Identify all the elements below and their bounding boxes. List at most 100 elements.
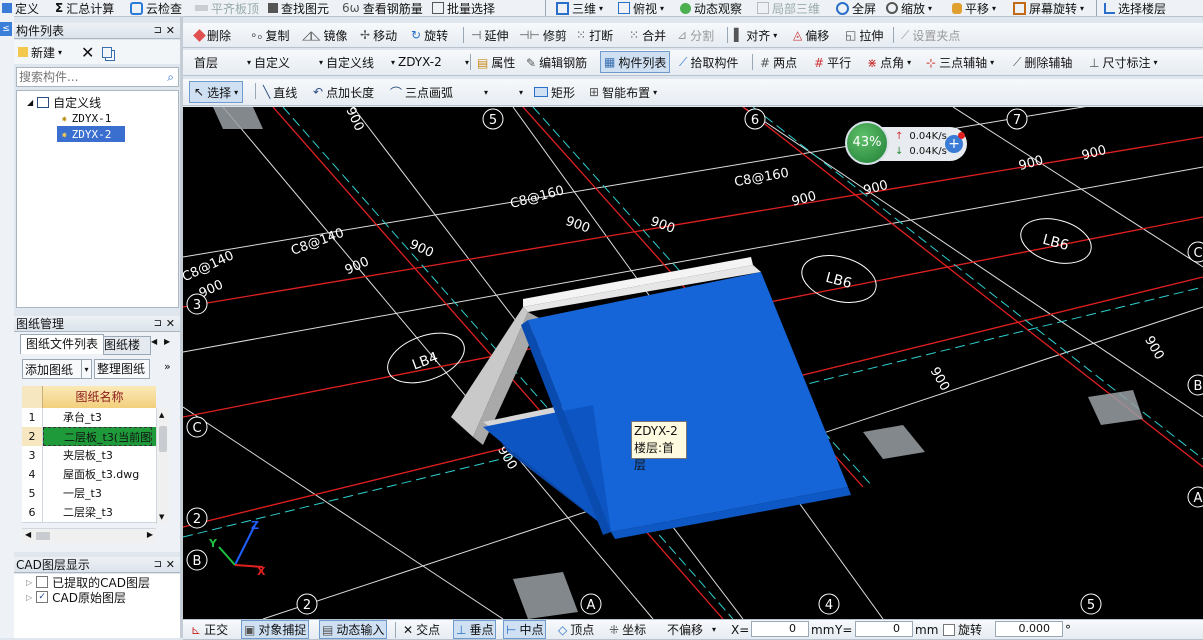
tab-drawing-floors[interactable]: 图纸楼 xyxy=(103,336,151,355)
new-component-button[interactable]: 新建 ▾ xyxy=(18,40,62,64)
tab-scroll-left[interactable]: ◀ xyxy=(151,337,157,346)
rotate-checkbox[interactable]: 旋转 xyxy=(943,620,982,639)
menu-zoom[interactable]: 缩放 ▾ xyxy=(886,0,932,16)
organize-drawing-button[interactable]: 整理图纸 xyxy=(94,359,150,379)
category-select[interactable]: 自定义 ▾ xyxy=(249,52,326,72)
add-drawing-button[interactable]: 添加图纸 xyxy=(22,359,82,379)
merge-button[interactable]: ⁙ 合并 xyxy=(629,23,666,47)
tab-scroll-right[interactable]: ▶ xyxy=(164,337,170,346)
left-dock-tab[interactable]: ≤ xyxy=(0,22,12,36)
pin-icon[interactable]: ⊐ xyxy=(154,23,162,39)
trim-button[interactable]: ⊣⊢ 修剪 xyxy=(519,23,567,47)
midpoint-snap[interactable]: ⊢ 中点 xyxy=(503,620,547,639)
point-angle-button[interactable]: ⋇ 点角 ▾ xyxy=(867,50,911,75)
coordinate-snap[interactable]: ⁜ 坐标 xyxy=(609,620,646,639)
search-input[interactable] xyxy=(17,68,153,86)
delete-button[interactable]: 删除 xyxy=(193,23,231,47)
dynamic-input-toggle[interactable]: ▤ 动态输入 xyxy=(319,620,388,639)
checkbox-checked[interactable]: ✓ xyxy=(36,591,49,603)
object-snap-toggle[interactable]: ▣ 对象捕捉 xyxy=(241,620,310,639)
type-select[interactable]: 自定义线 ▾ xyxy=(321,52,398,72)
add-drawing-dropdown[interactable]: ▾ xyxy=(82,359,92,379)
close-icon[interactable]: ✕ xyxy=(166,23,175,39)
split-button[interactable]: ⊿ 分割 xyxy=(677,23,714,47)
two-point-axis-button[interactable]: # 两点 xyxy=(760,50,797,75)
mirror-button[interactable]: ◿◺ 镜像 xyxy=(302,23,347,47)
collapse-arrow-icon[interactable]: ◢ xyxy=(27,98,33,107)
x-coord-input[interactable]: 0 xyxy=(751,621,809,637)
delete-axis-button[interactable]: ⟋ 删除辅轴 xyxy=(1013,50,1072,75)
checkbox[interactable] xyxy=(36,576,49,588)
table-row[interactable]: 3 夹层板_t3 xyxy=(22,446,156,466)
menu-fullscreen[interactable]: 全屏 xyxy=(836,0,876,16)
menu-top-view[interactable]: 俯视 ▾ xyxy=(618,0,664,16)
more-chevron-icon[interactable]: » xyxy=(164,360,171,373)
cad-viewport[interactable]: LB4 LB6 LB6 C8@140 C8@140 C8@160 C8@160 … xyxy=(183,107,1203,619)
perpendicular-snap[interactable]: ⊥ 垂点 xyxy=(453,620,497,639)
align-button[interactable]: ▌ 对齐 ▾ xyxy=(734,23,777,47)
component-select[interactable]: ZDYX-2 ▾ xyxy=(393,52,472,72)
parallel-axis-button[interactable]: # 平行 xyxy=(814,50,851,75)
properties-button[interactable]: ▤ 属性 xyxy=(477,50,515,75)
offset-button[interactable]: ◬ 偏移 xyxy=(793,23,829,47)
y-coord-input[interactable]: 0 xyxy=(855,621,913,637)
tree-item-zdyx-1[interactable]: ✷ ZDYX-1 xyxy=(61,110,111,126)
table-row[interactable]: 1 承台_t3 xyxy=(22,408,156,428)
edit-rebar-button[interactable]: ✎ 编辑钢筋 xyxy=(526,50,587,75)
delete-component-button[interactable]: ✕ xyxy=(81,40,94,64)
break-button[interactable]: ⁙ 打断 xyxy=(576,23,613,47)
three-point-axis-button[interactable]: ⊹ 三点辅轴 ▾ xyxy=(926,50,994,75)
offset-mode-select[interactable]: 不偏移 ▾ xyxy=(667,620,716,639)
arc-button[interactable]: ⌒ 三点画弧 ▾ xyxy=(390,79,488,105)
table-row[interactable]: 5 一层_t3 xyxy=(22,484,156,504)
menu-define[interactable]: 定义 xyxy=(2,0,39,16)
vertex-snap[interactable]: ◇ 顶点 xyxy=(558,620,594,639)
menu-rotate-screen[interactable]: 屏幕旋转 ▾ xyxy=(1013,0,1084,16)
dimension-button[interactable]: ⊥ 尺寸标注 ▾ xyxy=(1089,50,1157,75)
intersection-snap[interactable]: ✕ 交点 xyxy=(403,620,440,639)
table-row[interactable]: 2 二层板_t3(当前图 xyxy=(22,427,156,447)
smart-layout-button[interactable]: ⊞ 智能布置 ▾ xyxy=(589,79,657,105)
network-percent-badge[interactable]: 43% xyxy=(845,121,889,165)
arc-dropdown[interactable]: ▾ xyxy=(519,79,523,105)
menu-floor-select[interactable]: 选择楼层 xyxy=(1104,0,1166,16)
grid-vscroll[interactable]: ▲ ▼ xyxy=(156,408,169,524)
move-button[interactable]: ✢ 移动 xyxy=(360,23,397,47)
menu-batch-select[interactable]: 批量选择 xyxy=(432,0,495,16)
menu-find[interactable]: 查找图元 xyxy=(268,0,329,16)
expand-icon[interactable]: ▷ xyxy=(26,593,32,602)
stretch-button[interactable]: ◱ 拉伸 xyxy=(845,23,883,47)
close-icon[interactable]: ✕ xyxy=(166,316,175,332)
menu-local-3d[interactable]: 局部三维 xyxy=(757,0,820,16)
table-row[interactable]: 6 二层梁_t3 xyxy=(22,503,156,523)
tree-item-zdyx-2[interactable]: ✷ ZDYX-2 xyxy=(57,126,125,142)
set-grip-button[interactable]: ⟋ 设置夹点 xyxy=(901,23,960,47)
extend-button[interactable]: ⊣ 延伸 xyxy=(471,23,508,47)
checkbox[interactable] xyxy=(943,623,955,636)
menu-rebar-qty[interactable]: 6ω 查看钢筋量 xyxy=(342,0,423,16)
pin-icon[interactable]: ⊐ xyxy=(154,557,162,573)
floor-select[interactable]: 首层 ▾ xyxy=(189,52,254,72)
drawing-name-column-header[interactable]: 图纸名称 xyxy=(43,386,156,408)
copy-button[interactable]: ∘ₒ 复制 xyxy=(250,23,290,47)
search-icon[interactable]: ⌕ xyxy=(167,70,174,85)
grid-hscroll[interactable]: ◀ ▶ xyxy=(22,528,156,543)
pin-icon[interactable]: ⊐ xyxy=(154,316,162,332)
viewport-canvas[interactable]: LB4 LB6 LB6 C8@140 C8@140 C8@160 C8@160 … xyxy=(183,107,1203,619)
menu-pan[interactable]: 平移 ▾ xyxy=(952,0,996,16)
ortho-toggle[interactable]: ⊾ 正交 xyxy=(191,620,228,639)
rotate-button[interactable]: ↻ 旋转 xyxy=(411,23,448,47)
rectangle-button[interactable]: 矩形 xyxy=(534,79,575,105)
close-icon[interactable]: ✕ xyxy=(166,557,175,573)
menu-align-slab[interactable]: 平齐板顶 xyxy=(195,0,259,16)
line-button[interactable]: ╲ 直线 xyxy=(263,79,297,105)
cad-layer-original[interactable]: ▷ ✓ CAD原始图层 xyxy=(26,589,126,605)
expand-icon[interactable]: ▷ xyxy=(26,578,32,587)
table-row[interactable]: 4 屋面板_t3.dwg xyxy=(22,465,156,485)
component-list-button[interactable]: ▦ 构件列表 xyxy=(600,51,671,73)
tab-drawing-files[interactable]: 图纸文件列表 xyxy=(20,334,104,354)
menu-summary-calc[interactable]: Σ 汇总计算 xyxy=(55,0,114,16)
menu-cloud-check[interactable]: 云检查 xyxy=(130,0,182,16)
point-length-button[interactable]: ↶ 点加长度 xyxy=(313,79,374,105)
tree-root[interactable]: ◢ 自定义线 xyxy=(27,94,101,110)
